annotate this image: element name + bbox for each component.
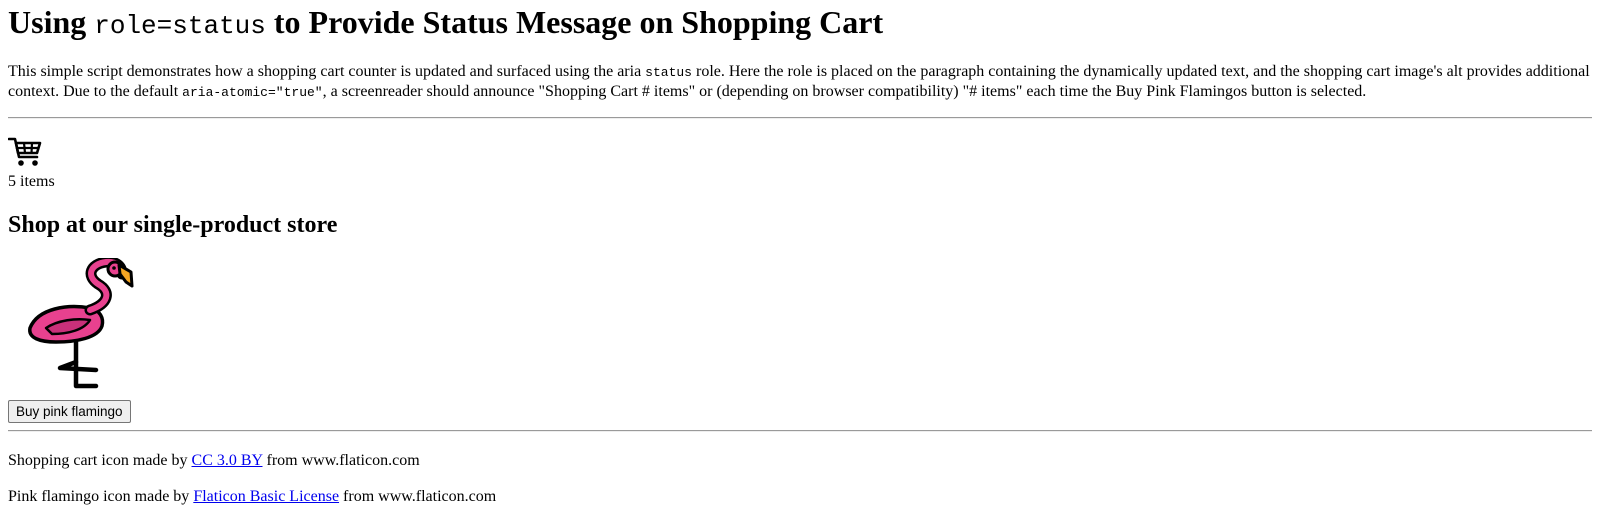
pink-flamingo-icon — [28, 258, 134, 389]
cart-item-count: 5 items — [8, 173, 55, 190]
intro-paragraph: This simple script demonstrates how a sh… — [8, 62, 1592, 102]
page-title-prefix: Using — [8, 4, 95, 40]
page-title: Using role=status to Provide Status Mess… — [8, 3, 883, 45]
credit-text: Shopping cart icon made by — [8, 452, 192, 469]
page-title-code: role=status — [94, 11, 266, 41]
cc-3-0-by-link[interactable]: CC 3.0 BY — [192, 452, 263, 469]
intro-code-status: status — [645, 65, 692, 80]
shopping-cart-icon — [8, 137, 42, 166]
credit-text: Pink flamingo icon made by — [8, 488, 194, 505]
page-title-suffix: to Provide Status Message on Shopping Ca… — [265, 4, 884, 40]
intro-code-aria-atomic: aria-atomic="true" — [182, 85, 323, 100]
intro-text-3: , a screenreader should announce "Shoppi… — [322, 83, 1367, 100]
intro-text-1: This simple script demonstrates how a sh… — [8, 63, 646, 80]
divider-bottom — [8, 430, 1592, 432]
flaticon-basic-license-link[interactable]: Flaticon Basic License — [193, 488, 339, 505]
credit-shopping-cart: Shopping cart icon made by CC 3.0 BY fro… — [8, 451, 420, 470]
credit-source: from www.flaticon.com — [339, 488, 497, 505]
buy-pink-flamingo-button[interactable]: Buy pink flamingo — [8, 400, 131, 423]
divider-top — [8, 117, 1592, 119]
store-heading: Shop at our single-product store — [8, 212, 338, 238]
credit-pink-flamingo: Pink flamingo icon made by Flaticon Basi… — [8, 487, 496, 506]
credit-source: from www.flaticon.com — [262, 452, 420, 469]
